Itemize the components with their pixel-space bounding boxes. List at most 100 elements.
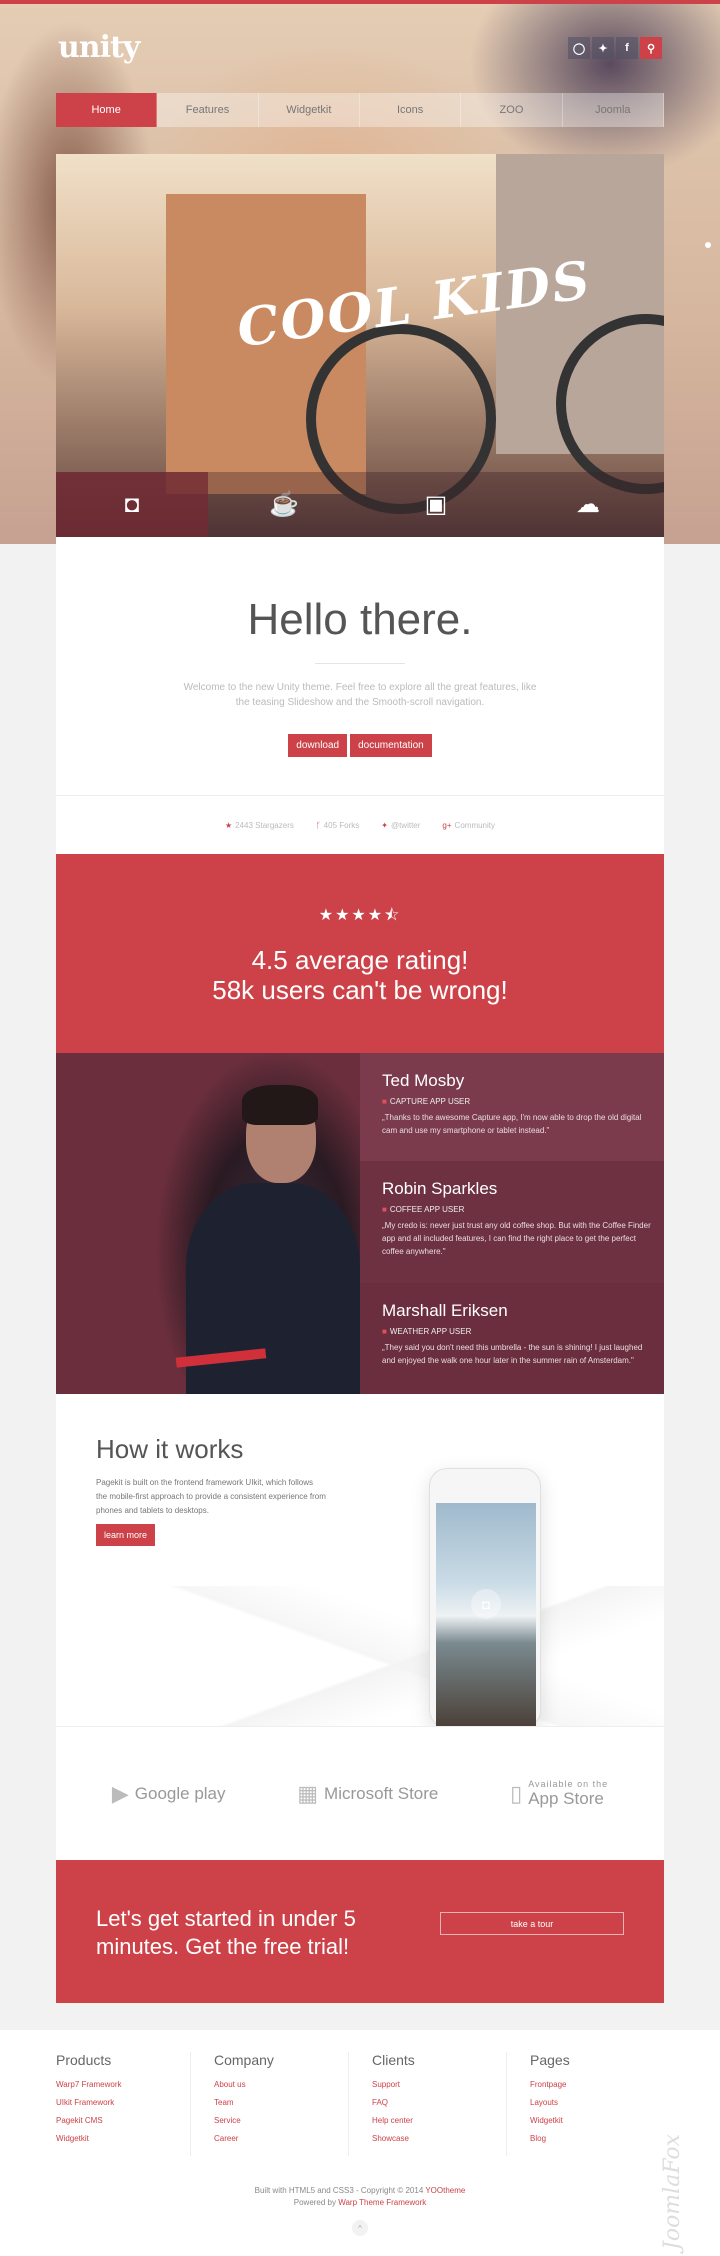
- footer: Products Warp7 Framework UIkit Framework P…: [0, 2030, 720, 2256]
- testimonial-quote: „They said you don't need this umbrella …: [382, 1343, 643, 1365]
- store-sublabel: Available on the: [528, 1778, 609, 1789]
- testimonial-role: WEATHER APP USER: [389, 1327, 472, 1336]
- documentation-button[interactable]: documentation: [350, 734, 432, 757]
- warp-link[interactable]: Warp Theme Framework: [338, 2198, 426, 2207]
- weather-icon[interactable]: ☁: [512, 472, 664, 537]
- copyright: Built with HTML5 and CSS3 - Copyright © …: [0, 2185, 720, 2209]
- footer-column-clients: Clients Support FAQ Help center Showcase: [349, 2052, 507, 2156]
- nav-joomla[interactable]: Joomla: [563, 93, 664, 127]
- footer-link[interactable]: Frontpage: [530, 2080, 664, 2089]
- github-icon[interactable]: ◯: [568, 37, 590, 59]
- cloud-icon: ■: [382, 1327, 387, 1336]
- footer-link[interactable]: Support: [372, 2080, 506, 2089]
- footer-heading: Company: [214, 2052, 274, 2068]
- footer-link[interactable]: Career: [214, 2134, 348, 2143]
- social-buttons: ◯ ✦ f ⚲: [568, 37, 662, 59]
- testimonial-name: Marshall Eriksen: [382, 1301, 508, 1320]
- footer-link[interactable]: Help center: [372, 2116, 506, 2125]
- store-label: App Store: [528, 1788, 604, 1808]
- nav-widgetkit[interactable]: Widgetkit: [259, 93, 360, 127]
- how-it-works-section: How it works Pagekit is built on the fro…: [56, 1394, 664, 1726]
- stat-twitter[interactable]: ✦ @twitter: [381, 821, 420, 830]
- search-icon[interactable]: ⚲: [640, 37, 662, 59]
- mountain-illustration: [56, 1586, 664, 1726]
- store-label: Google play: [134, 1783, 226, 1803]
- play-icon: ▶: [111, 1780, 129, 1806]
- testimonial-name: Robin Sparkles: [382, 1179, 498, 1198]
- testimonials-section: Ted Mosby ■ CAPTURE APP USER „Thanks to t…: [56, 1053, 664, 1394]
- stat-forks[interactable]: ᚴ 405 Forks: [316, 821, 359, 830]
- footer-link[interactable]: Team: [214, 2098, 348, 2107]
- camera-icon: ■: [382, 1097, 387, 1106]
- divider: [315, 663, 405, 664]
- footer-link[interactable]: Warp7 Framework: [56, 2080, 190, 2089]
- footer-column-products: Products Warp7 Framework UIkit Framework P…: [56, 2052, 191, 2156]
- hello-text: Welcome to the new Unity theme. Feel fre…: [183, 682, 537, 708]
- stat-community[interactable]: g+ Community: [442, 821, 495, 830]
- footer-heading: Clients: [372, 2052, 415, 2068]
- iphone-icon: ▯: [510, 1780, 523, 1806]
- rating-line-1: 4.5 average rating!: [251, 945, 469, 975]
- coffee-icon: ■: [382, 1205, 387, 1214]
- footer-link[interactable]: Showcase: [372, 2134, 506, 2143]
- footer-link[interactable]: UIkit Framework: [56, 2098, 190, 2107]
- footer-link[interactable]: Service: [214, 2116, 348, 2125]
- testimonial-quote: „Thanks to the awesome Capture app, I'm …: [382, 1113, 642, 1135]
- scroll-to-top-button[interactable]: ^: [352, 2220, 368, 2236]
- tv-icon[interactable]: ▣: [360, 472, 512, 537]
- footer-link[interactable]: About us: [214, 2080, 348, 2089]
- google-play-badge[interactable]: ▶ Google play: [112, 1781, 226, 1807]
- rating-line-2: 58k users can't be wrong!: [212, 975, 508, 1005]
- testimonial-role: COFFEE APP USER: [389, 1205, 465, 1214]
- yootheme-link[interactable]: YOOtheme: [425, 2186, 465, 2195]
- slideshow[interactable]: COOL KIDS ◘ ☕ ▣ ☁: [56, 154, 664, 537]
- how-text: Pagekit is built on the frontend framewo…: [96, 1478, 326, 1515]
- star-icon: ★: [224, 820, 233, 830]
- footer-link[interactable]: Pagekit CMS: [56, 2116, 190, 2125]
- slideshow-nav: ◘ ☕ ▣ ☁: [56, 472, 664, 537]
- app-store-badge[interactable]: ▯ Available on the App Store: [510, 1779, 608, 1809]
- app-stores: ▶ Google play ▦ Microsoft Store ▯ Available…: [56, 1726, 664, 1860]
- scroll-nav-dot[interactable]: [705, 242, 711, 248]
- main-nav: Home Features Widgetkit Icons ZOO Joomla: [56, 93, 664, 127]
- footer-heading: Products: [56, 2052, 112, 2068]
- learn-more-button[interactable]: learn more: [96, 1524, 156, 1546]
- logo[interactable]: unity: [58, 30, 140, 65]
- footer-link[interactable]: Layouts: [530, 2098, 664, 2107]
- nav-zoo[interactable]: ZOO: [461, 93, 563, 127]
- testimonial-role: CAPTURE APP USER: [389, 1097, 471, 1106]
- microsoft-store-badge[interactable]: ▦ Microsoft Store: [297, 1781, 438, 1807]
- footer-link[interactable]: FAQ: [372, 2098, 506, 2107]
- footer-link[interactable]: Widgetkit: [530, 2116, 664, 2125]
- facebook-icon[interactable]: f: [616, 37, 638, 59]
- stat-label: @twitter: [390, 820, 421, 830]
- take-a-tour-button[interactable]: take a tour: [440, 1912, 624, 1935]
- store-label: Microsoft Store: [324, 1783, 439, 1803]
- rating-section: ★★★★⯪ 4.5 average rating! 58k users can't…: [56, 854, 664, 1053]
- footer-heading: Pages: [530, 2052, 570, 2068]
- how-title: How it works: [96, 1434, 244, 1464]
- nav-icons[interactable]: Icons: [360, 93, 462, 127]
- nav-home[interactable]: Home: [56, 93, 158, 127]
- testimonial-card: Marshall Eriksen ■ WEATHER APP USER „They…: [360, 1283, 664, 1394]
- testimonial-name: Ted Mosby: [382, 1071, 465, 1090]
- watermark-logo: JoomlaFox: [660, 2133, 685, 2250]
- hello-section: Hello there. Welcome to the new Unity th…: [56, 537, 664, 795]
- google-plus-icon: g+: [442, 820, 452, 830]
- stat-stargazers[interactable]: ★ 2443 Stargazers: [225, 821, 294, 830]
- powered-by-text: Powered by: [293, 2198, 339, 2207]
- stat-label: 405 Forks: [323, 820, 360, 830]
- stats-bar: ★ 2443 Stargazers ᚴ 405 Forks ✦ @twitter g+…: [56, 795, 664, 854]
- camera-icon[interactable]: ◘: [56, 472, 208, 537]
- twitter-icon[interactable]: ✦: [592, 37, 614, 59]
- cta-section: Let's get started in under 5 minutes. Ge…: [56, 1860, 664, 2003]
- phone-mockup: ◘: [429, 1468, 541, 1726]
- footer-link[interactable]: Blog: [530, 2134, 664, 2143]
- nav-features[interactable]: Features: [157, 93, 259, 127]
- fork-icon: ᚴ: [315, 820, 321, 830]
- hello-title: Hello there.: [247, 595, 473, 644]
- testimonial-quote: „My credo is: never just trust any old c…: [382, 1221, 651, 1256]
- footer-link[interactable]: Widgetkit: [56, 2134, 190, 2143]
- download-button[interactable]: download: [288, 734, 348, 757]
- coffee-icon[interactable]: ☕: [208, 472, 360, 537]
